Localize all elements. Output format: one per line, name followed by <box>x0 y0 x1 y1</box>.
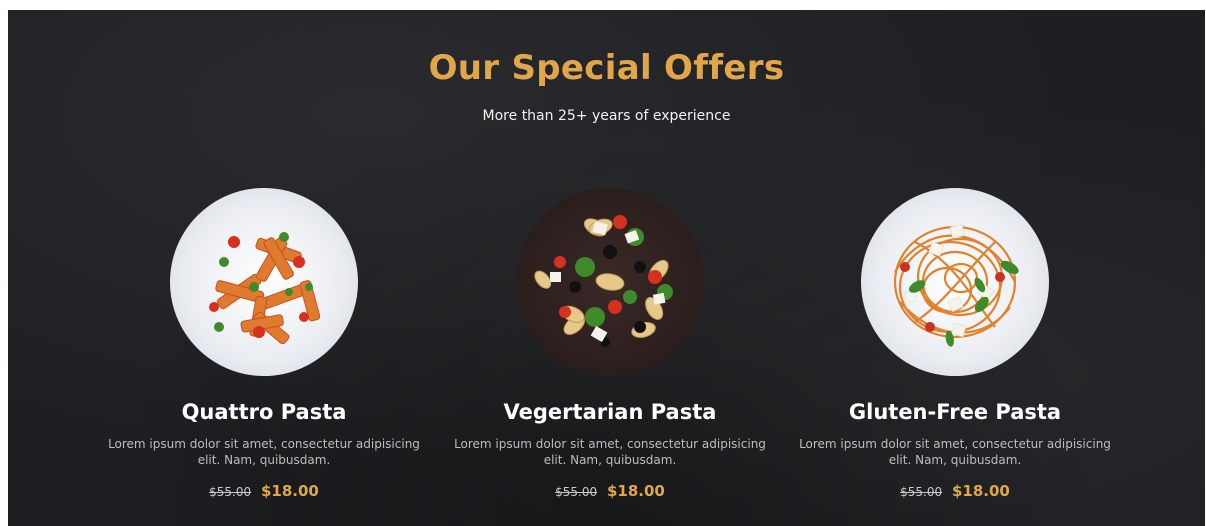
price-row: $55.00 $18.00 <box>99 482 429 500</box>
offer-title: Vegertarian Pasta <box>503 400 717 424</box>
offer-card-gluten-free-pasta[interactable]: Gluten-Free Pasta Lorem ipsum dolor sit … <box>790 188 1120 500</box>
vegetable-pasta-salad-bowl-image <box>516 188 704 376</box>
new-price: $18.00 <box>951 482 1010 500</box>
spaghetti-plate-image <box>861 188 1049 376</box>
offer-description: Lorem ipsum dolor sit amet, consectetur … <box>799 437 1111 467</box>
section-subtitle: More than 25+ years of experience <box>482 108 731 124</box>
old-price: $55.00 <box>555 485 598 499</box>
new-price: $18.00 <box>606 482 665 500</box>
old-price: $55.00 <box>209 485 252 499</box>
offer-card-vegetarian-pasta[interactable]: Vegertarian Pasta Lorem ipsum dolor sit … <box>445 188 775 500</box>
offer-description: Lorem ipsum dolor sit amet, consectetur … <box>108 437 420 467</box>
offer-description: Lorem ipsum dolor sit amet, consectetur … <box>454 437 766 467</box>
special-offers-section: Our Special Offers More than 25+ years o… <box>8 10 1205 526</box>
offer-title: Gluten-Free Pasta <box>848 400 1062 424</box>
price-row: $55.00 $18.00 <box>445 482 775 500</box>
offer-card-quattro-pasta[interactable]: Quattro Pasta Lorem ipsum dolor sit amet… <box>99 188 429 500</box>
old-price: $55.00 <box>900 485 943 499</box>
new-price: $18.00 <box>260 482 319 500</box>
offer-title: Quattro Pasta <box>181 400 347 424</box>
penne-pasta-plate-image <box>170 188 358 376</box>
section-title: Our Special Offers <box>428 48 785 88</box>
price-row: $55.00 $18.00 <box>790 482 1120 500</box>
